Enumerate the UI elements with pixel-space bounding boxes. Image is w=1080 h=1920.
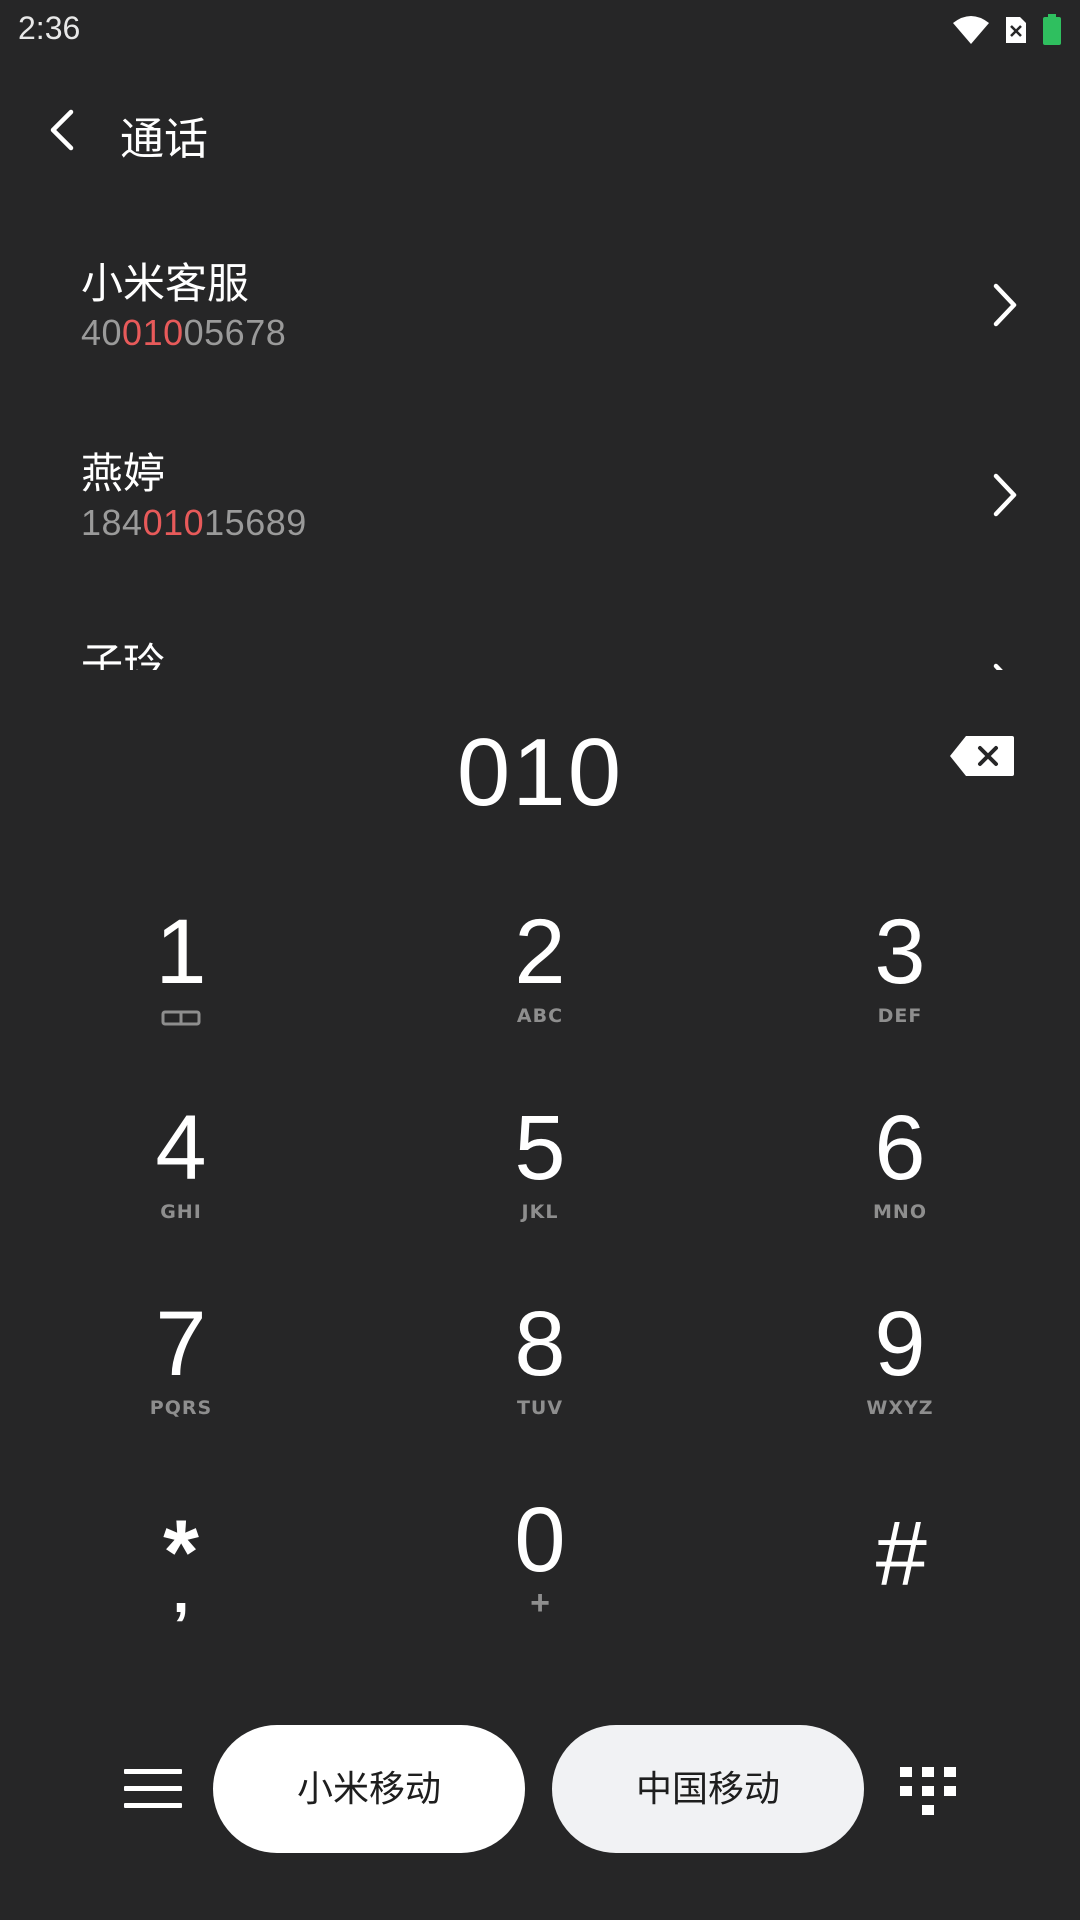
status-icons [952,14,1062,46]
key-letters: JKL [521,1201,559,1223]
number-match-highlight: 010 [142,502,205,543]
key-hash[interactable]: # [750,1478,1050,1668]
contact-name: 小米客服 [81,259,250,308]
key-1[interactable]: 1 [31,890,331,1080]
battery-icon [1043,14,1061,45]
wifi-icon [953,16,989,44]
key-0[interactable]: 0 + [390,1478,690,1668]
key-letters: TUV [516,1397,564,1419]
number-prefix: 40 [81,312,123,353]
header: 通话 [0,85,1080,175]
contact-name: 子玲 [81,639,166,670]
key-7[interactable]: 7 PQRS [31,1282,331,1472]
key-9[interactable]: 9 WXYZ [750,1282,1050,1472]
dialpad-icon [900,1767,956,1815]
status-bar: 2:36 [0,0,1080,60]
key-digit: 0 [514,1489,566,1591]
key-star[interactable]: * , [31,1480,331,1670]
key-5[interactable]: 5 JKL [390,1086,690,1276]
contact-number: 18401015689 [81,502,307,544]
menu-button[interactable] [124,1765,182,1813]
key-digit: 8 [514,1293,566,1395]
contact-number: 4001005678 [81,312,286,354]
key-sub-symbol: + [530,1584,550,1622]
key-digit: 5 [514,1097,566,1199]
key-digit: 1 [155,901,207,1003]
keypad: 1 2 ABC 3 DEF 4 GHI 5 JKL 6 MNO 7 PQRS 8… [0,890,1080,1680]
contact-match-list[interactable]: 小米客服 4001005678 燕婷 18401015689 子玲 [0,230,1080,670]
key-3[interactable]: 3 DEF [750,890,1050,1080]
menu-icon [124,1769,182,1808]
sim-disabled-icon [1006,17,1026,43]
key-letters: PQRS [149,1397,213,1419]
key-6[interactable]: 6 MNO [750,1086,1050,1276]
back-button[interactable] [40,105,84,155]
bottom-bar: 小米移动 中国移动 [0,1725,1080,1855]
backspace-icon [950,736,1014,776]
dialpad-toggle-button[interactable] [900,1767,956,1815]
call-sim2-button[interactable]: 中国移动 [552,1725,864,1853]
number-match-highlight: 010 [122,312,184,353]
chevron-right-icon[interactable] [990,280,1020,330]
key-digit: 4 [155,1097,207,1199]
key-letters: GHI [160,1201,202,1223]
key-digit: 2 [514,901,566,1003]
key-letters: MNO [873,1201,927,1223]
chevron-right-icon[interactable] [990,660,1020,670]
key-digit: 6 [874,1097,926,1199]
key-digit: # [874,1503,926,1605]
key-letters: ABC [516,1005,564,1027]
status-time: 2:36 [18,10,81,46]
key-4[interactable]: 4 GHI [31,1086,331,1276]
number-suffix: 15689 [204,502,307,543]
number-prefix: 184 [81,502,143,543]
key-sub-symbol: , [172,1558,190,1625]
call-sim1-button[interactable]: 小米移动 [213,1725,525,1853]
key-8[interactable]: 8 TUV [390,1282,690,1472]
dialed-number: 010 [456,719,624,826]
contact-item[interactable]: 小米客服 4001005678 [0,230,1080,390]
key-digit: 7 [155,1293,207,1395]
contact-item[interactable]: 子玲 [0,610,1080,670]
contact-name: 燕婷 [81,449,166,498]
contact-item[interactable]: 燕婷 18401015689 [0,420,1080,580]
key-2[interactable]: 2 ABC [390,890,690,1080]
page-title: 通话 [120,114,208,165]
key-letters: DEF [877,1005,923,1027]
voicemail-icon [161,1010,201,1026]
key-digit: 9 [874,1293,926,1395]
key-letters: WXYZ [866,1397,934,1419]
backspace-button[interactable] [948,734,1016,778]
chevron-right-icon[interactable] [990,470,1020,520]
chevron-left-icon [50,109,74,151]
dial-display: 010 [0,700,1080,840]
key-digit: 3 [874,901,926,1003]
number-suffix: 05678 [183,312,287,353]
